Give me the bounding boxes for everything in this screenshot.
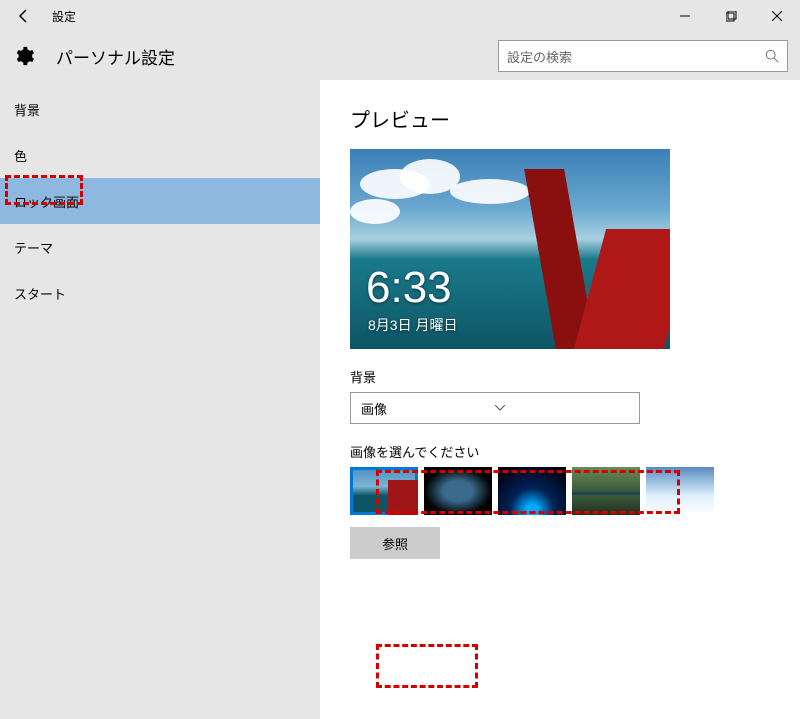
sidebar-item-start[interactable]: スタート bbox=[0, 270, 320, 316]
lockscreen-preview: 6:33 8月3日 月曜日 bbox=[350, 149, 670, 349]
chevron-down-icon bbox=[495, 403, 629, 414]
sidebar: 背景 色 ロック画面 テーマ スタート bbox=[0, 80, 320, 719]
gear-icon[interactable] bbox=[0, 32, 48, 80]
search-placeholder: 設定の検索 bbox=[507, 47, 765, 66]
search-icon bbox=[765, 49, 779, 63]
preview-heading: プレビュー bbox=[350, 104, 770, 133]
search-input[interactable]: 設定の検索 bbox=[498, 40, 788, 72]
browse-button[interactable]: 参照 bbox=[350, 527, 440, 559]
minimize-button[interactable] bbox=[662, 0, 708, 32]
window-controls bbox=[662, 0, 800, 32]
preview-date: 8月3日 月曜日 bbox=[368, 315, 457, 335]
preview-time: 6:33 bbox=[366, 263, 452, 313]
titlebar: 設定 bbox=[0, 0, 800, 32]
close-button[interactable] bbox=[754, 0, 800, 32]
sidebar-item-background[interactable]: 背景 bbox=[0, 86, 320, 132]
thumbnail-4[interactable] bbox=[572, 467, 640, 515]
thumbnail-1[interactable] bbox=[350, 467, 418, 515]
image-thumbnails bbox=[350, 467, 770, 515]
sidebar-item-theme[interactable]: テーマ bbox=[0, 224, 320, 270]
thumbnail-2[interactable] bbox=[424, 467, 492, 515]
maximize-button[interactable] bbox=[708, 0, 754, 32]
sidebar-item-lockscreen[interactable]: ロック画面 bbox=[0, 178, 320, 224]
background-label: 背景 bbox=[350, 367, 770, 386]
page-title: パーソナル設定 bbox=[48, 44, 498, 69]
background-dropdown[interactable]: 画像 bbox=[350, 392, 640, 424]
choose-image-label: 画像を選んでください bbox=[350, 442, 770, 461]
window-title: 設定 bbox=[48, 8, 662, 25]
thumbnail-3[interactable] bbox=[498, 467, 566, 515]
header: パーソナル設定 設定の検索 bbox=[0, 32, 800, 80]
thumbnail-5[interactable] bbox=[646, 467, 714, 515]
main-content: プレビュー 6:33 8月3日 月曜日 背景 画像 画像を選んでください bbox=[320, 80, 800, 719]
back-button[interactable] bbox=[0, 0, 48, 32]
sidebar-item-color[interactable]: 色 bbox=[0, 132, 320, 178]
